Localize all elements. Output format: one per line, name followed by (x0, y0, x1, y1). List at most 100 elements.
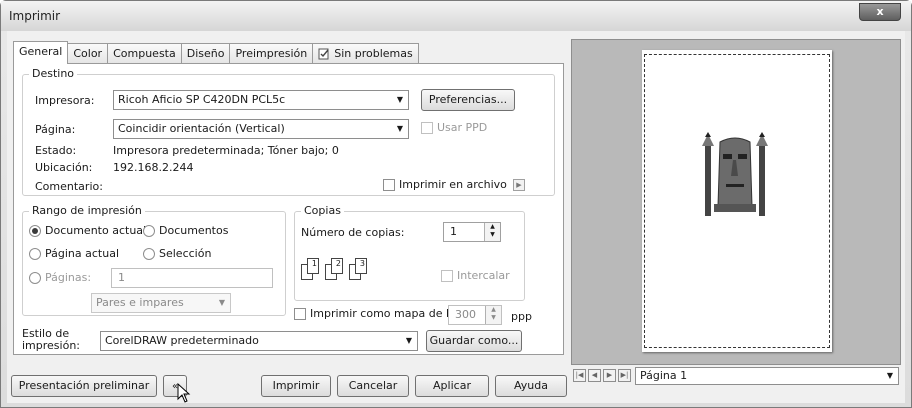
status-label: Estado: (35, 144, 77, 157)
tab-diseno[interactable]: Diseño (180, 43, 231, 64)
print-dialog: Imprimir x General Color Compuesta Diseñ… (0, 0, 912, 408)
copy-page-icon: 2 (331, 258, 343, 274)
cancel-button[interactable]: Cancelar (337, 375, 409, 397)
print-as-bitmap-checkbox[interactable]: Imprimir como mapa de bits: (294, 307, 470, 320)
copies-count-value: 1 (450, 225, 457, 238)
preview-page (642, 50, 832, 352)
use-ppd-box (421, 121, 433, 134)
page-select[interactable]: Coincidir orientación (Vertical) ▼ (113, 119, 409, 139)
tab-strip: General Color Compuesta Diseño Preimpres… (13, 41, 419, 64)
pages-radio[interactable]: Páginas: (29, 271, 91, 284)
use-ppd-label: Usar PPD (437, 121, 488, 134)
help-button[interactable]: Ayuda (495, 375, 567, 397)
current-document-label: Documento actual (45, 224, 147, 237)
first-page-icon[interactable]: |◀ (573, 369, 586, 382)
window-title: Imprimir (9, 9, 61, 23)
documents-label: Documentos (159, 224, 229, 237)
print-style-label-line2: impresión: (22, 339, 80, 352)
print-style-select[interactable]: CorelDRAW predeterminado ▼ (100, 331, 418, 351)
close-button[interactable]: x (859, 3, 901, 21)
current-document-radio[interactable]: Documento actual (29, 224, 146, 237)
general-tab-panel: Destino Impresora: Ricoh Aficio SP C420D… (13, 63, 564, 355)
pages-dot (29, 271, 41, 284)
tab-preimpresion[interactable]: Preimpresión (229, 43, 314, 64)
title-bar[interactable]: Imprimir x (1, 1, 911, 31)
copies-count-label: Número de copias: (301, 226, 405, 239)
copies-spinner[interactable]: ▲ ▼ (484, 223, 500, 241)
location-value: 192.168.2.244 (113, 161, 194, 174)
print-to-file-box (383, 178, 395, 191)
bitmap-resolution-input[interactable]: 300 ▲ ▼ (448, 305, 502, 325)
tab-sin-problemas[interactable]: Sin problemas (312, 43, 419, 64)
copy-page-icon: 3 (355, 258, 367, 274)
collate-checkbox[interactable]: Intercalar (441, 269, 510, 282)
preview-navigation: |◀ ◀ ▶ ▶| Página 1 ▼ (571, 367, 901, 385)
parity-select[interactable]: Pares e impares ▼ (91, 293, 231, 313)
selection-radio[interactable]: Selección (143, 247, 211, 260)
previous-page-icon[interactable]: ◀ (588, 369, 601, 382)
page-label: Página: (35, 123, 76, 136)
destino-title: Destino (29, 67, 78, 80)
print-button[interactable]: Imprimir (261, 375, 331, 397)
current-page-dot (29, 247, 41, 260)
location-label: Ubicación: (35, 161, 93, 174)
page-selector[interactable]: Página 1 ▼ (635, 367, 899, 385)
check-document-icon (318, 48, 329, 60)
page-select-value: Coincidir orientación (Vertical) (118, 122, 285, 135)
comment-label: Comentario: (35, 180, 103, 193)
parity-select-value: Pares e impares (96, 296, 184, 309)
copies-title: Copias (301, 204, 344, 217)
print-to-file-checkbox[interactable]: Imprimir en archivo ▶ (383, 178, 525, 191)
chevron-down-icon: ▼ (218, 298, 225, 307)
selection-dot (143, 247, 155, 260)
use-ppd-checkbox[interactable]: Usar PPD (421, 121, 487, 134)
printer-select-value: Ricoh Aficio SP C420DN PCL5c (118, 93, 286, 106)
status-value: Impresora predeterminada; Tóner bajo; 0 (113, 144, 339, 157)
tab-color[interactable]: Color (67, 43, 109, 64)
selection-label: Selección (159, 247, 212, 260)
dialog-client-area: General Color Compuesta Diseño Preimpres… (7, 31, 905, 403)
print-preview-button[interactable]: Presentación preliminar (11, 375, 157, 397)
print-as-bitmap-box (294, 307, 306, 320)
mouse-cursor-icon (177, 383, 191, 403)
chevron-down-icon: ▼ (396, 124, 403, 133)
bitmap-unit: ppp (511, 310, 532, 323)
chevron-down-icon: ▼ (886, 371, 893, 380)
print-style-value: CorelDRAW predeterminado (105, 334, 259, 347)
copies-group: Copias Número de copias: 1 ▲ ▼ 1 2 3 Inte… (294, 204, 525, 301)
print-as-bitmap-label: Imprimir como mapa de bits: (310, 307, 470, 320)
tab-sin-problemas-label: Sin problemas (334, 47, 413, 60)
next-page-icon[interactable]: ▶ (603, 369, 616, 382)
apply-button[interactable]: Aplicar (415, 375, 489, 397)
copy-page-icon: 1 (307, 258, 319, 274)
moai-statue-icon (702, 132, 768, 216)
last-page-icon[interactable]: ▶| (618, 369, 631, 382)
collate-box (441, 269, 453, 282)
print-range-group: Rango de impresión Documento actual Docu… (22, 204, 286, 316)
tab-general[interactable]: General (13, 41, 69, 64)
documents-dot (143, 224, 155, 237)
printer-label: Impresora: (35, 94, 95, 107)
print-preview-area (571, 39, 901, 365)
chevron-down-icon: ▼ (396, 95, 403, 104)
print-range-title: Rango de impresión (29, 204, 145, 217)
destino-group: Destino Impresora: Ricoh Aficio SP C420D… (22, 67, 555, 196)
copies-count-input[interactable]: 1 ▲ ▼ (443, 222, 501, 242)
pages-input[interactable]: 1 (111, 268, 273, 288)
tab-compuesta[interactable]: Compuesta (107, 43, 182, 64)
page-selector-value: Página 1 (640, 369, 688, 382)
collate-label: Intercalar (457, 269, 510, 282)
pages-label: Páginas: (45, 271, 92, 284)
current-page-radio[interactable]: Página actual (29, 247, 119, 260)
printer-select[interactable]: Ricoh Aficio SP C420DN PCL5c ▼ (113, 90, 409, 110)
bitmap-resolution-value: 300 (455, 308, 476, 321)
chevron-down-icon: ▼ (405, 336, 412, 345)
bitmap-resolution-spinner[interactable]: ▲ ▼ (485, 306, 501, 324)
documents-radio[interactable]: Documentos (143, 224, 228, 237)
save-as-button[interactable]: Guardar como... (426, 330, 522, 352)
print-to-file-label: Imprimir en archivo (399, 178, 507, 191)
arrow-right-icon[interactable]: ▶ (512, 178, 525, 191)
current-document-dot (29, 224, 41, 237)
preferences-button[interactable]: Preferencias... (421, 89, 515, 111)
current-page-label: Página actual (45, 247, 119, 260)
